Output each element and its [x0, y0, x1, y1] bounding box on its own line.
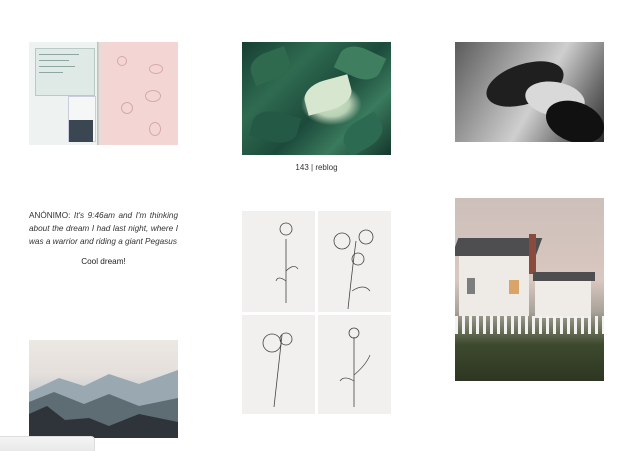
doodle [121, 102, 133, 114]
leaf [246, 46, 294, 86]
annex-roof [533, 272, 595, 281]
note-count[interactable]: 143 [295, 163, 308, 172]
ask-answer: Cool dream! [81, 257, 126, 266]
flower-sketch-3[interactable] [242, 315, 315, 414]
doodle [145, 90, 161, 102]
mountain-range [29, 370, 178, 438]
flower-sketch-2[interactable] [318, 211, 391, 312]
house-photo[interactable] [455, 198, 604, 381]
picket-fence [455, 316, 604, 334]
flower-drawing [333, 229, 374, 310]
leaves-photo[interactable] [242, 42, 391, 155]
flower-sketch-1[interactable] [242, 211, 315, 312]
pale-leaf [300, 74, 356, 116]
ask-text: ANÓNIMO: It's 9:46am and I'm thinking ab… [29, 209, 178, 248]
bottom-tab[interactable] [0, 436, 95, 451]
doodle [149, 122, 161, 136]
mountains-photo[interactable] [29, 340, 178, 438]
card-line [39, 72, 63, 73]
flower-drawing [262, 332, 293, 408]
chimney [529, 234, 536, 274]
card-line [39, 66, 75, 67]
bw-photo[interactable] [455, 42, 604, 142]
window [467, 278, 475, 294]
flower-sketch-4[interactable] [318, 315, 391, 414]
reblog-link[interactable]: reblog [315, 163, 337, 172]
flower-drawing [339, 327, 371, 407]
leaf [248, 106, 302, 148]
post-meta: 143 | reblog [242, 163, 391, 172]
doodle [117, 56, 127, 66]
annex-wall [535, 278, 591, 318]
card-line [39, 54, 79, 55]
doodle [149, 64, 163, 74]
notebook-right-page [101, 42, 178, 145]
window [509, 280, 519, 294]
small-photo [69, 120, 93, 142]
card-line [39, 60, 69, 61]
flower-drawing [275, 222, 299, 303]
notebook-photo[interactable] [29, 42, 178, 145]
leaf [337, 111, 389, 155]
asker-name[interactable]: ANÓNIMO: [29, 211, 70, 220]
flower-sketches-photoset[interactable] [242, 211, 391, 414]
ask-post: ANÓNIMO: It's 9:46am and I'm thinking ab… [29, 209, 178, 266]
